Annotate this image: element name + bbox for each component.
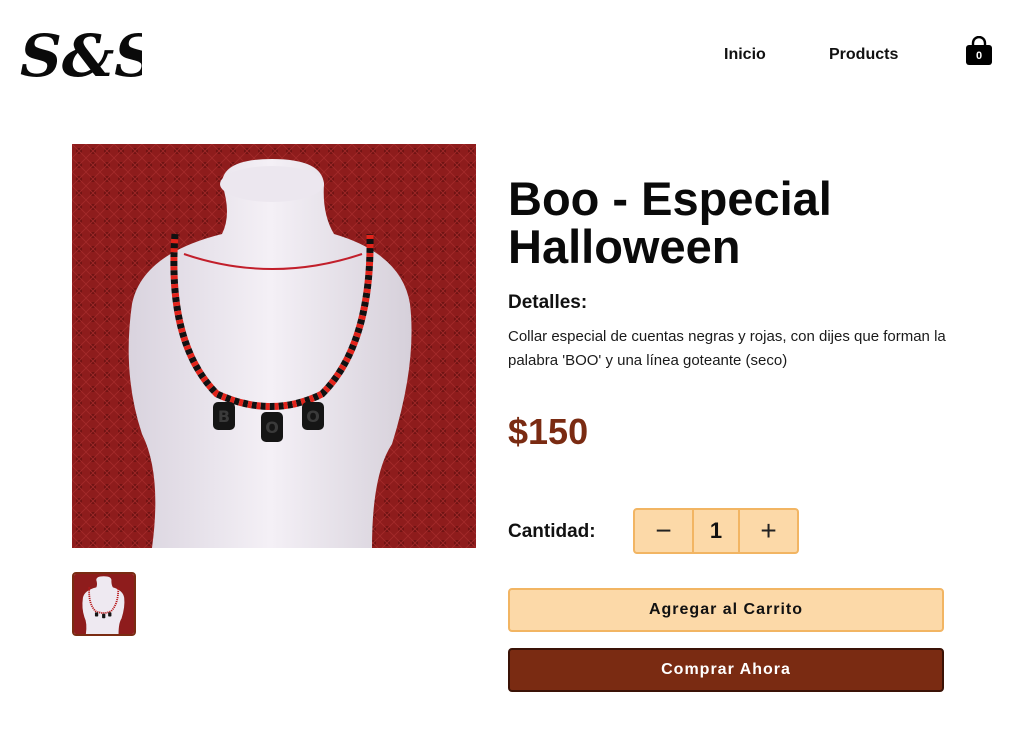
nav-link-inicio[interactable]: Inicio bbox=[724, 45, 766, 65]
add-to-cart-button[interactable]: Agregar al Carrito bbox=[508, 588, 944, 632]
quantity-label: Cantidad: bbox=[508, 521, 596, 542]
product-thumbnail[interactable] bbox=[72, 572, 136, 636]
cart-count-badge: 0 bbox=[975, 50, 983, 62]
product-price: $150 bbox=[508, 411, 589, 452]
thumbnail-image bbox=[74, 574, 134, 634]
necklace-photo: B O O bbox=[72, 144, 476, 548]
product-main-image: B O O bbox=[72, 144, 476, 548]
details-heading: Detalles: bbox=[508, 292, 588, 313]
product-title: Boo - Especial Halloween bbox=[508, 172, 832, 273]
logo-text: S&S bbox=[20, 26, 142, 82]
decrement-button[interactable]: − bbox=[635, 510, 692, 552]
quantity-value: 1 bbox=[692, 510, 740, 552]
nav-link-products[interactable]: Products bbox=[829, 45, 898, 65]
increment-button[interactable]: + bbox=[740, 510, 797, 552]
charm-letter-o: O bbox=[265, 418, 279, 437]
charm-letter-o-2: O bbox=[306, 407, 320, 426]
quantity-stepper: − 1 + bbox=[633, 508, 799, 554]
buy-now-button[interactable]: Comprar Ahora bbox=[508, 648, 944, 692]
product-page: S&S Inicio Products 0 bbox=[0, 0, 1019, 755]
brand-logo[interactable]: S&S bbox=[20, 26, 142, 82]
cart-button[interactable]: 0 bbox=[964, 36, 994, 66]
product-description: Collar especial de cuentas negras y roja… bbox=[508, 328, 946, 369]
charm-letter-b: B bbox=[218, 407, 230, 426]
